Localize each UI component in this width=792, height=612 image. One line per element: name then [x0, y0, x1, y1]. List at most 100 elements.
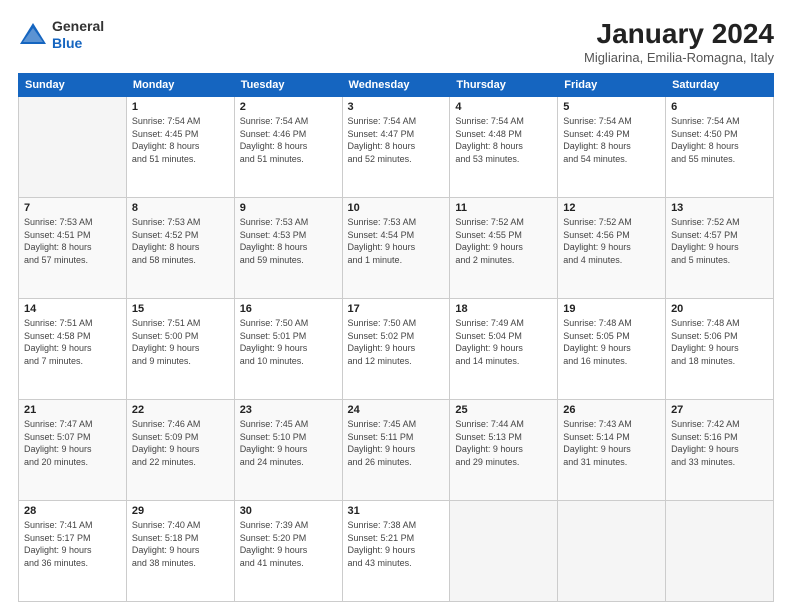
- calendar-cell: 18Sunrise: 7:49 AMSunset: 5:04 PMDayligh…: [450, 299, 558, 400]
- calendar-header-monday: Monday: [126, 74, 234, 97]
- day-number: 1: [132, 101, 229, 113]
- calendar-cell: 24Sunrise: 7:45 AMSunset: 5:11 PMDayligh…: [342, 400, 450, 501]
- calendar-cell: 22Sunrise: 7:46 AMSunset: 5:09 PMDayligh…: [126, 400, 234, 501]
- day-info: Sunrise: 7:53 AMSunset: 4:52 PMDaylight:…: [132, 216, 229, 266]
- day-info: Sunrise: 7:50 AMSunset: 5:02 PMDaylight:…: [348, 317, 445, 367]
- day-info: Sunrise: 7:49 AMSunset: 5:04 PMDaylight:…: [455, 317, 552, 367]
- day-info: Sunrise: 7:38 AMSunset: 5:21 PMDaylight:…: [348, 519, 445, 569]
- day-info: Sunrise: 7:44 AMSunset: 5:13 PMDaylight:…: [455, 418, 552, 468]
- day-number: 25: [455, 404, 552, 416]
- day-number: 30: [240, 505, 337, 517]
- day-info: Sunrise: 7:45 AMSunset: 5:10 PMDaylight:…: [240, 418, 337, 468]
- day-info: Sunrise: 7:42 AMSunset: 5:16 PMDaylight:…: [671, 418, 768, 468]
- calendar-table: SundayMondayTuesdayWednesdayThursdayFrid…: [18, 73, 774, 602]
- logo-icon: [18, 20, 48, 50]
- subtitle: Migliarina, Emilia-Romagna, Italy: [584, 50, 774, 65]
- day-info: Sunrise: 7:52 AMSunset: 4:57 PMDaylight:…: [671, 216, 768, 266]
- day-number: 29: [132, 505, 229, 517]
- calendar-week-4: 21 Sunrise: 7:47 AMSunset: 5:07 PMDayligh…: [19, 400, 774, 501]
- day-number: 21: [24, 404, 121, 416]
- calendar-cell: 26Sunrise: 7:43 AMSunset: 5:14 PMDayligh…: [558, 400, 666, 501]
- calendar-week-3: 14 Sunrise: 7:51 AMSunset: 4:58 PMDayligh…: [19, 299, 774, 400]
- day-info: Sunrise: 7:43 AMSunset: 5:14 PMDaylight:…: [563, 418, 660, 468]
- day-number: 11: [455, 202, 552, 214]
- day-info: Sunrise: 7:54 AMSunset: 4:48 PMDaylight:…: [455, 115, 552, 165]
- day-info: Sunrise: 7:53 AMSunset: 4:53 PMDaylight:…: [240, 216, 337, 266]
- day-info: Sunrise: 7:52 AMSunset: 4:55 PMDaylight:…: [455, 216, 552, 266]
- day-info: Sunrise: 7:53 AMSunset: 4:54 PMDaylight:…: [348, 216, 445, 266]
- day-info: Sunrise: 7:54 AMSunset: 4:50 PMDaylight:…: [671, 115, 768, 165]
- calendar-cell: 29 Sunrise: 7:40 AMSunset: 5:18 PMDayligh…: [126, 501, 234, 602]
- day-number: 19: [563, 303, 660, 315]
- day-info: Sunrise: 7:54 AMSunset: 4:45 PMDaylight:…: [132, 115, 229, 165]
- calendar-week-2: 7Sunrise: 7:53 AMSunset: 4:51 PMDaylight…: [19, 198, 774, 299]
- day-number: 27: [671, 404, 768, 416]
- day-info: Sunrise: 7:54 AMSunset: 4:49 PMDaylight:…: [563, 115, 660, 165]
- calendar-cell: 7Sunrise: 7:53 AMSunset: 4:51 PMDaylight…: [19, 198, 127, 299]
- day-info: Sunrise: 7:47 AMSunset: 5:07 PMDaylight:…: [24, 418, 121, 468]
- calendar-header-row: SundayMondayTuesdayWednesdayThursdayFrid…: [19, 74, 774, 97]
- day-number: 15: [132, 303, 229, 315]
- calendar-cell: 15 Sunrise: 7:51 AMSunset: 5:00 PMDayligh…: [126, 299, 234, 400]
- day-info: Sunrise: 7:45 AMSunset: 5:11 PMDaylight:…: [348, 418, 445, 468]
- calendar-header-thursday: Thursday: [450, 74, 558, 97]
- calendar-cell: 2 Sunrise: 7:54 AMSunset: 4:46 PMDaylight…: [234, 97, 342, 198]
- calendar-cell: 4 Sunrise: 7:54 AMSunset: 4:48 PMDaylight…: [450, 97, 558, 198]
- day-info: Sunrise: 7:50 AMSunset: 5:01 PMDaylight:…: [240, 317, 337, 367]
- calendar-week-5: 28 Sunrise: 7:41 AMSunset: 5:17 PMDayligh…: [19, 501, 774, 602]
- calendar-cell: 8 Sunrise: 7:53 AMSunset: 4:52 PMDaylight…: [126, 198, 234, 299]
- day-info: Sunrise: 7:48 AMSunset: 5:05 PMDaylight:…: [563, 317, 660, 367]
- header: General Blue January 2024 Migliarina, Em…: [18, 18, 774, 65]
- day-info: Sunrise: 7:41 AMSunset: 5:17 PMDaylight:…: [24, 519, 121, 569]
- calendar-cell: [19, 97, 127, 198]
- calendar-header-saturday: Saturday: [666, 74, 774, 97]
- day-number: 2: [240, 101, 337, 113]
- calendar-header-tuesday: Tuesday: [234, 74, 342, 97]
- day-number: 6: [671, 101, 768, 113]
- calendar-cell: 31Sunrise: 7:38 AMSunset: 5:21 PMDayligh…: [342, 501, 450, 602]
- day-number: 28: [24, 505, 121, 517]
- day-number: 20: [671, 303, 768, 315]
- day-number: 10: [348, 202, 445, 214]
- calendar-cell: 30 Sunrise: 7:39 AMSunset: 5:20 PMDayligh…: [234, 501, 342, 602]
- calendar-cell: 16 Sunrise: 7:50 AMSunset: 5:01 PMDayligh…: [234, 299, 342, 400]
- day-number: 12: [563, 202, 660, 214]
- day-number: 7: [24, 202, 121, 214]
- page: General Blue January 2024 Migliarina, Em…: [0, 0, 792, 612]
- day-info: Sunrise: 7:54 AMSunset: 4:47 PMDaylight:…: [348, 115, 445, 165]
- calendar-cell: 12 Sunrise: 7:52 AMSunset: 4:56 PMDayligh…: [558, 198, 666, 299]
- day-info: Sunrise: 7:52 AMSunset: 4:56 PMDaylight:…: [563, 216, 660, 266]
- day-number: 5: [563, 101, 660, 113]
- calendar-cell: 3 Sunrise: 7:54 AMSunset: 4:47 PMDaylight…: [342, 97, 450, 198]
- day-number: 23: [240, 404, 337, 416]
- day-info: Sunrise: 7:54 AMSunset: 4:46 PMDaylight:…: [240, 115, 337, 165]
- day-number: 14: [24, 303, 121, 315]
- day-number: 16: [240, 303, 337, 315]
- calendar-header-friday: Friday: [558, 74, 666, 97]
- logo-general-text: General: [52, 18, 104, 34]
- day-info: Sunrise: 7:51 AMSunset: 5:00 PMDaylight:…: [132, 317, 229, 367]
- day-number: 3: [348, 101, 445, 113]
- day-info: Sunrise: 7:46 AMSunset: 5:09 PMDaylight:…: [132, 418, 229, 468]
- calendar-cell: 21 Sunrise: 7:47 AMSunset: 5:07 PMDayligh…: [19, 400, 127, 501]
- logo: General Blue: [18, 18, 104, 52]
- calendar-cell: 23 Sunrise: 7:45 AMSunset: 5:10 PMDayligh…: [234, 400, 342, 501]
- calendar-cell: 17Sunrise: 7:50 AMSunset: 5:02 PMDayligh…: [342, 299, 450, 400]
- main-title: January 2024: [584, 18, 774, 50]
- day-info: Sunrise: 7:51 AMSunset: 4:58 PMDaylight:…: [24, 317, 121, 367]
- day-number: 8: [132, 202, 229, 214]
- calendar-cell: 6 Sunrise: 7:54 AMSunset: 4:50 PMDaylight…: [666, 97, 774, 198]
- calendar-cell: 28 Sunrise: 7:41 AMSunset: 5:17 PMDayligh…: [19, 501, 127, 602]
- calendar-cell: [558, 501, 666, 602]
- calendar-header-wednesday: Wednesday: [342, 74, 450, 97]
- day-info: Sunrise: 7:39 AMSunset: 5:20 PMDaylight:…: [240, 519, 337, 569]
- calendar-cell: 1 Sunrise: 7:54 AMSunset: 4:45 PMDaylight…: [126, 97, 234, 198]
- calendar-cell: 19 Sunrise: 7:48 AMSunset: 5:05 PMDayligh…: [558, 299, 666, 400]
- calendar-cell: 25 Sunrise: 7:44 AMSunset: 5:13 PMDayligh…: [450, 400, 558, 501]
- calendar-cell: 10 Sunrise: 7:53 AMSunset: 4:54 PMDayligh…: [342, 198, 450, 299]
- calendar-cell: 20Sunrise: 7:48 AMSunset: 5:06 PMDayligh…: [666, 299, 774, 400]
- day-number: 4: [455, 101, 552, 113]
- logo-text: General Blue: [52, 18, 104, 52]
- day-info: Sunrise: 7:40 AMSunset: 5:18 PMDaylight:…: [132, 519, 229, 569]
- calendar-cell: 13Sunrise: 7:52 AMSunset: 4:57 PMDayligh…: [666, 198, 774, 299]
